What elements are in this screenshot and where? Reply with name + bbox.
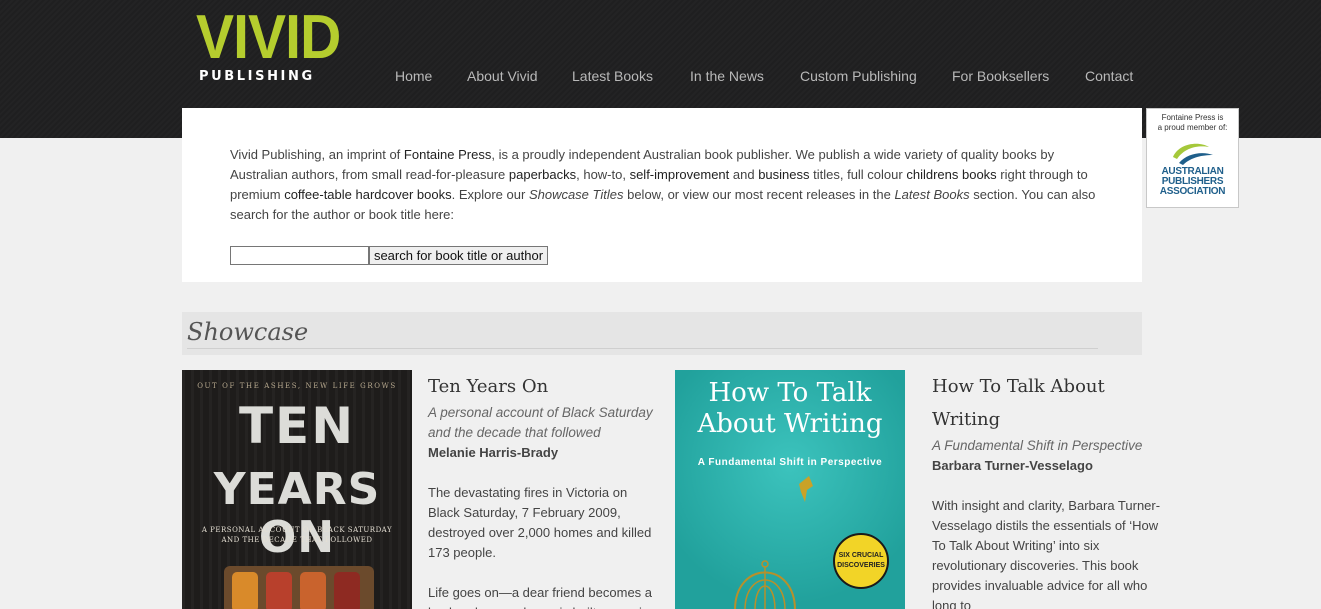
book-title-line2: Writing	[932, 409, 1001, 430]
intro-text-part: . Explore our	[451, 187, 529, 202]
vivid-publishing-logo[interactable]: VIVID PUBLISHING	[196, 3, 346, 90]
showcase-heading: Showcase	[187, 318, 309, 346]
cover-title-line1: TEN	[238, 397, 356, 455]
showcase-header: Showcase	[182, 312, 1142, 355]
cover-subtitle-line1: A PERSONAL ACCOUNT OF BLACK SATURDAY	[201, 526, 393, 534]
link-self-improvement[interactable]: self-improvement	[630, 167, 730, 182]
book-author: Melanie Harris-Brady	[428, 445, 559, 460]
nav-latest-books[interactable]: Latest Books	[572, 68, 653, 84]
cover-jars-illustration	[224, 566, 374, 609]
intro-text-part: titles, full colour	[809, 167, 907, 182]
cover-tagline: OUT OF THE ASHES, NEW LIFE GROWS	[197, 382, 397, 390]
book-title[interactable]: How To Talk About Writing	[932, 370, 1162, 436]
cover-badge: SIX CRUCIAL DISCOVERIES	[833, 533, 889, 589]
book-cover-how-to-talk-about-writing[interactable]: How To Talk About Writing A Fundamental …	[675, 370, 905, 609]
book-description-continued: Life goes on—a dear friend becomes a hus…	[428, 585, 653, 609]
intro-emphasis-latest: Latest Books	[894, 187, 970, 202]
link-business[interactable]: business	[758, 167, 809, 182]
intro-text: Vivid Publishing, an imprint of Fontaine…	[230, 145, 1100, 225]
book-info-how-to-talk-about-writing: How To Talk About Writing A Fundamental …	[932, 370, 1162, 609]
cover-title-line2: About Writing	[697, 409, 883, 439]
link-paperbacks[interactable]: paperbacks	[509, 167, 576, 182]
search-input[interactable]	[230, 246, 369, 265]
book-description: The devastating fires in Victoria on Bla…	[428, 485, 652, 560]
apa-name: AUSTRALIAN PUBLISHERS ASSOCIATION	[1147, 167, 1238, 197]
showcase-divider	[187, 348, 1098, 349]
intro-text-part: and	[729, 167, 759, 182]
intro-text-part: Vivid Publishing, an imprint of	[230, 147, 404, 162]
nav-for-booksellers[interactable]: For Booksellers	[952, 68, 1049, 84]
intro-emphasis-showcase: Showcase Titles	[528, 187, 624, 202]
apa-caption-line2: a proud member of:	[1157, 123, 1228, 132]
book-info-ten-years-on: Ten Years On A personal account of Black…	[428, 370, 658, 609]
nav-in-the-news[interactable]: In the News	[690, 68, 764, 84]
logo-wordmark: VIVID	[196, 3, 341, 72]
nav-contact[interactable]: Contact	[1085, 68, 1133, 84]
link-coffee-table-books[interactable]: coffee-table hardcover books	[284, 187, 451, 202]
book-cover-ten-years-on[interactable]: OUT OF THE ASHES, NEW LIFE GROWS TEN YEA…	[182, 370, 412, 609]
link-childrens-books[interactable]: childrens books	[906, 167, 996, 182]
intro-text-part: below, or view our most recent releases …	[623, 187, 895, 202]
cover-badge-line2: DISCOVERIES	[837, 562, 885, 569]
book-subtitle: A personal account of Black Saturday and…	[428, 405, 653, 440]
search-button[interactable]: search for book title or author	[369, 246, 548, 265]
apa-caption: Fontaine Press is a proud member of:	[1147, 113, 1238, 133]
cover-title: How To Talk About Writing	[675, 378, 905, 440]
apa-caption-line1: Fontaine Press is	[1161, 113, 1224, 122]
nav-about-vivid[interactable]: About Vivid	[467, 68, 538, 84]
book-subtitle: A Fundamental Shift in Perspective	[932, 438, 1143, 453]
book-title[interactable]: Ten Years On	[428, 370, 658, 403]
cover-title-line1: How To Talk	[708, 378, 872, 408]
cover-subtitle: A Fundamental Shift in Perspective	[697, 457, 883, 468]
intro-text-part: , how-to,	[576, 167, 630, 182]
book-author: Barbara Turner-Vesselago	[932, 458, 1093, 473]
intro-panel: Vivid Publishing, an imprint of Fontaine…	[182, 108, 1142, 282]
book-title-line1: How To Talk About	[932, 376, 1105, 397]
link-fontaine-press[interactable]: Fontaine Press	[404, 147, 491, 162]
apa-logo-icon	[1173, 143, 1213, 165]
apa-membership-badge[interactable]: Fontaine Press is a proud member of: AUS…	[1146, 108, 1239, 208]
apa-name-line3: ASSOCIATION	[1159, 186, 1226, 197]
cover-title-line2: YEARS ON	[213, 464, 381, 563]
nav-home[interactable]: Home	[395, 68, 432, 84]
cover-subtitle-line2: AND THE DECADE THAT FOLLOWED	[221, 536, 373, 544]
cover-badge-line1: SIX CRUCIAL	[838, 552, 884, 559]
book-description: With insight and clarity, Barbara Turner…	[932, 498, 1161, 609]
nav-custom-publishing[interactable]: Custom Publishing	[800, 68, 917, 84]
